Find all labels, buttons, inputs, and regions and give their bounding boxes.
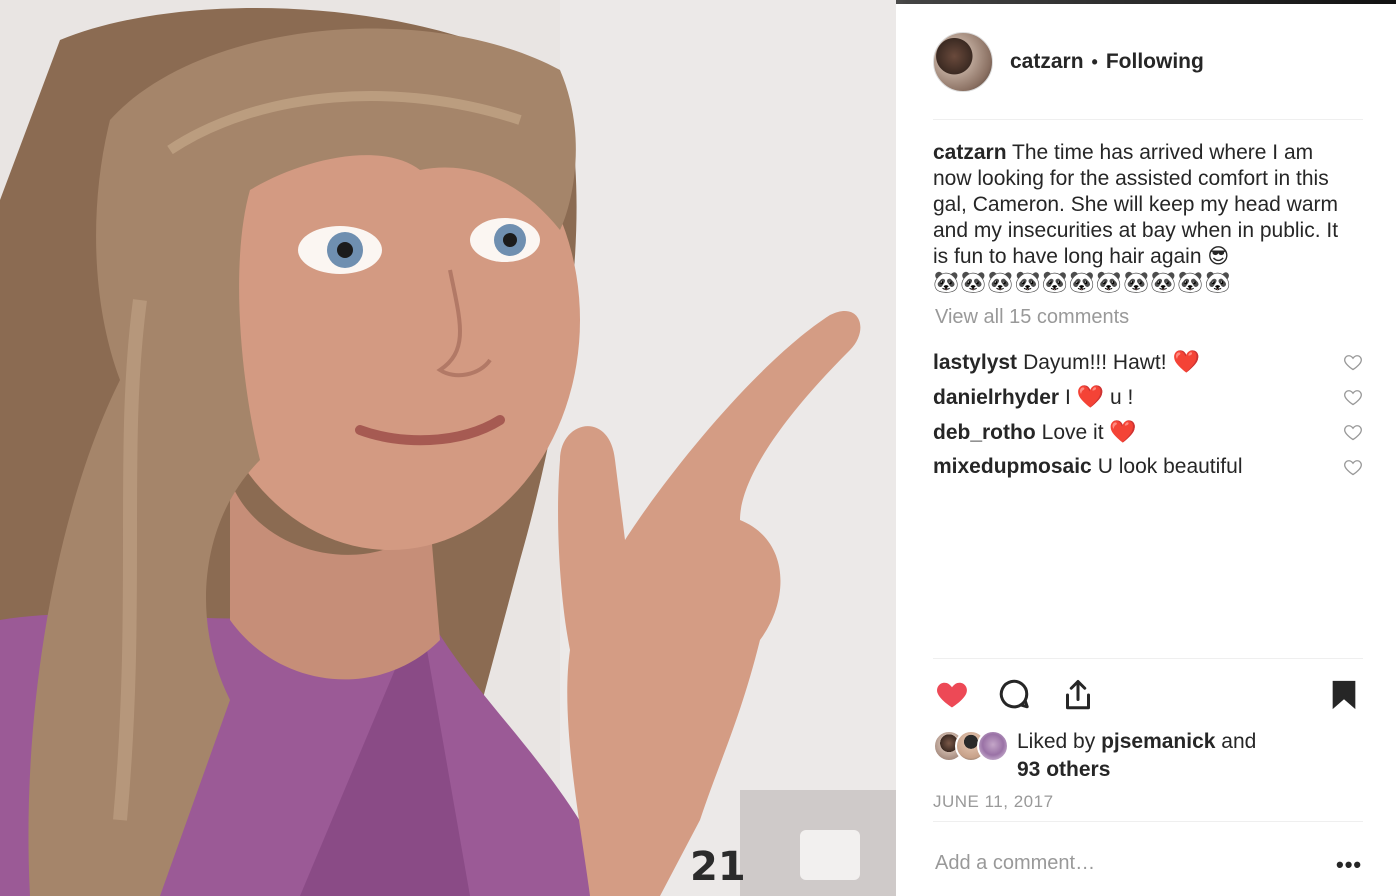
comment-username[interactable]: lastylyst — [933, 351, 1017, 374]
comment-text: Dayum!!! Hawt! — [1023, 350, 1173, 374]
header-divider — [933, 119, 1363, 120]
post-photo[interactable]: 21 — [0, 0, 896, 896]
post-header: catzarn • Following — [933, 32, 1363, 92]
post-date[interactable]: JUNE 11, 2017 — [933, 792, 1054, 812]
actions-divider — [933, 658, 1363, 659]
comment-row: mixedupmosaic U look beautiful — [933, 449, 1363, 484]
caption-username[interactable]: catzarn — [933, 141, 1007, 164]
comment-text: I — [1065, 385, 1077, 409]
liked-by-user[interactable]: pjsemanick — [1101, 730, 1215, 753]
comment-username[interactable]: deb_rotho — [933, 421, 1036, 444]
comment-like-heart-icon[interactable] — [1343, 422, 1363, 442]
author-username[interactable]: catzarn — [1010, 50, 1084, 74]
liked-by-and: and — [1215, 730, 1257, 753]
add-comment-input[interactable]: Add a comment… — [935, 852, 1095, 875]
liked-by-prefix: Liked by — [1017, 730, 1102, 753]
liked-by-text: Liked by pjsemanick and 93 others — [1017, 728, 1317, 784]
author-avatar[interactable] — [933, 32, 993, 92]
liker-avatar — [977, 730, 1009, 762]
heart-filled-icon[interactable] — [933, 676, 971, 712]
svg-text:21: 21 — [690, 844, 746, 890]
follow-status-button[interactable]: Following — [1106, 50, 1204, 74]
post-actions-bar — [933, 676, 1363, 716]
comment-like-heart-icon[interactable] — [1343, 457, 1363, 477]
comment-row: deb_rotho Love it ❤️ — [933, 414, 1363, 449]
comment-username[interactable]: mixedupmosaic — [933, 455, 1092, 478]
caption-emojis: 🐼🐼🐼🐼🐼🐼🐼🐼🐼🐼🐼 — [933, 271, 1232, 294]
selfie-illustration: 21 — [0, 0, 896, 896]
comment-row: lastylyst Dayum!!! Hawt! ❤️ — [933, 344, 1363, 379]
post-caption: catzarn The time has arrived where I am … — [933, 140, 1353, 296]
comment-bubble-icon[interactable] — [996, 676, 1032, 712]
header-separator: • — [1091, 51, 1098, 72]
comment-username[interactable]: danielrhyder — [933, 386, 1059, 409]
post-details-panel: catzarn • Following catzarn The time has… — [896, 4, 1396, 896]
liker-avatars[interactable] — [933, 730, 1009, 762]
view-all-comments-link[interactable]: View all 15 comments — [935, 306, 1129, 329]
comment-row: danielrhyder I ❤️ u ! — [933, 379, 1363, 414]
share-upload-icon[interactable] — [1060, 676, 1096, 714]
comments-list: lastylyst Dayum!!! Hawt! ❤️ danielrhyder I… — [933, 344, 1363, 484]
more-options-icon[interactable]: ••• — [1336, 852, 1362, 878]
comment-box-divider — [933, 821, 1363, 822]
comment-text: U look beautiful — [1097, 454, 1243, 478]
red-heart-emoji: ❤️ — [1109, 418, 1137, 444]
liked-by-others-link[interactable]: 93 others — [1017, 758, 1110, 781]
comment-text-after: u ! — [1104, 385, 1134, 409]
bookmark-filled-icon[interactable] — [1327, 676, 1361, 714]
comment-text: Love it — [1041, 420, 1110, 444]
comment-like-heart-icon[interactable] — [1343, 352, 1363, 372]
red-heart-emoji: ❤️ — [1076, 383, 1105, 409]
comment-like-heart-icon[interactable] — [1343, 387, 1363, 407]
red-heart-emoji: ❤️ — [1172, 348, 1200, 374]
